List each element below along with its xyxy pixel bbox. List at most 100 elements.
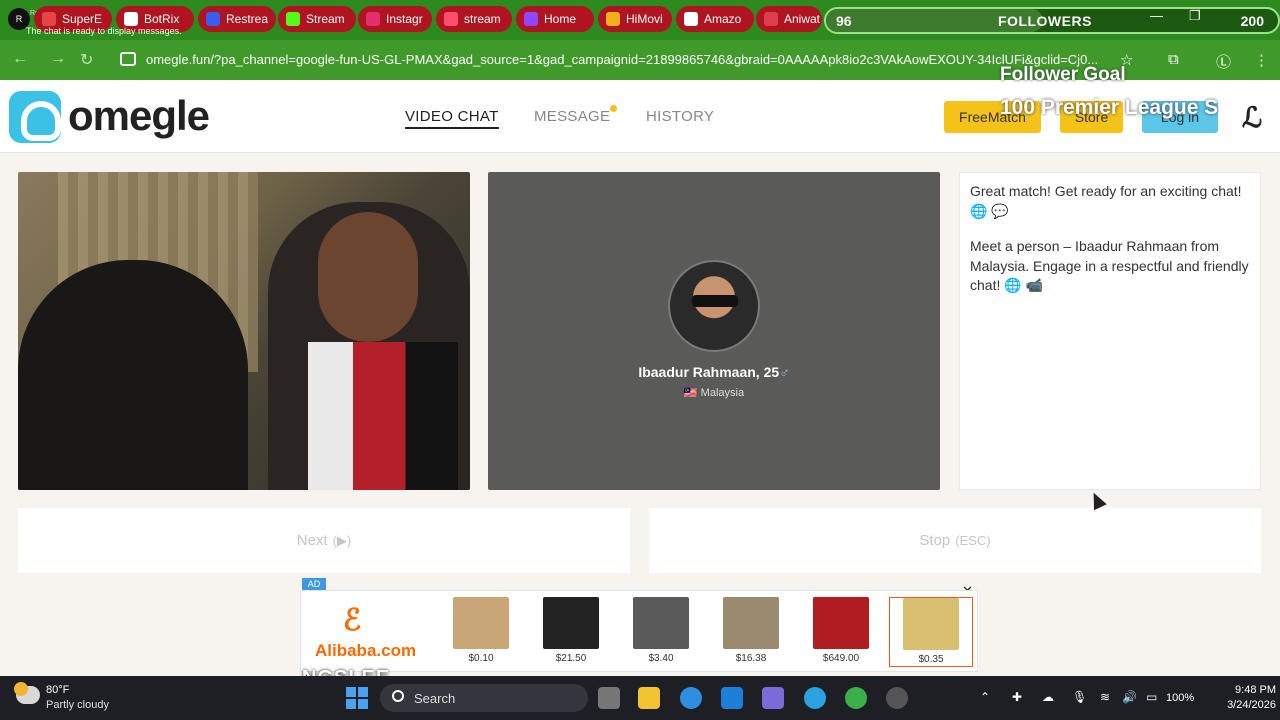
- obs-icon[interactable]: [886, 687, 908, 709]
- site-info-icon[interactable]: [120, 52, 136, 66]
- ad-product[interactable]: $16.38: [709, 597, 793, 667]
- tab-label: Instagr: [386, 12, 423, 26]
- tab-label: Restrea: [226, 12, 269, 26]
- reload-icon[interactable]: ↻: [80, 50, 93, 70]
- ad-brand: Alibaba.com: [315, 641, 417, 660]
- video-face: [318, 212, 418, 342]
- language-logo-icon[interactable]: ℒ: [1242, 101, 1262, 134]
- tab-favicon-icon: [42, 12, 56, 26]
- browser-tab[interactable]: HiMovi: [598, 6, 672, 32]
- menu-icon[interactable]: ⋮: [1254, 51, 1269, 69]
- profile-icon[interactable]: Ⓛ: [1216, 51, 1231, 72]
- product-image: [813, 597, 869, 649]
- tab-label: HiMovi: [626, 12, 663, 26]
- ad-banner[interactable]: ℰ Alibaba.com $0.10 $21.50 $3.40 $16.38 …: [300, 590, 978, 672]
- product-image: [723, 597, 779, 649]
- next-label: Next: [296, 532, 328, 549]
- partner-name-line: Ibaadur Rahmaan, 25♂: [488, 364, 940, 380]
- partner-name: Ibaadur Rahmaan, 25: [638, 364, 780, 380]
- tab-label: Home: [544, 12, 577, 26]
- back-icon[interactable]: ←: [12, 50, 28, 68]
- wifi-icon[interactable]: ≋: [1100, 690, 1110, 704]
- product-price: $0.10: [468, 653, 494, 664]
- start-icon[interactable]: [346, 687, 368, 709]
- follower-goal-title: Follower Goal: [1000, 64, 1126, 85]
- alibaba-glyph-icon: ℰ: [343, 603, 362, 638]
- stop-button[interactable]: Stop (ESC): [649, 508, 1261, 573]
- tab-favicon-icon: [524, 12, 538, 26]
- followers-goal-bar: 96 FOLLOWERS 200: [824, 7, 1280, 34]
- help-icon[interactable]: [680, 687, 702, 709]
- product-price: $3.40: [648, 653, 674, 664]
- tab-favicon-icon: [444, 12, 458, 26]
- taskbar-search[interactable]: Search: [380, 684, 588, 712]
- product-image: [633, 597, 689, 649]
- task-view-icon[interactable]: [598, 687, 620, 709]
- taskbar-clock[interactable]: 9:48 PM 3/24/2026: [1206, 683, 1276, 713]
- product-image: [543, 597, 599, 649]
- browser-tab[interactable]: Home: [516, 6, 594, 32]
- tray-app-icon[interactable]: ✚: [1012, 690, 1022, 704]
- browser-tab[interactable]: Aniwat: [756, 6, 822, 32]
- ad-product[interactable]: $649.00: [799, 597, 883, 667]
- flag-icon: 🇲🇾: [683, 387, 698, 399]
- omegle-logo-icon[interactable]: [9, 91, 61, 143]
- volume-icon[interactable]: 🔊: [1122, 690, 1137, 704]
- forward-icon[interactable]: →: [50, 50, 66, 68]
- extensions-icon[interactable]: ⧉: [1168, 51, 1179, 68]
- chat-message: Great match! Get ready for an exciting c…: [970, 183, 1242, 219]
- ad-product[interactable]: $0.35: [889, 597, 973, 667]
- followers-goal: 200: [1240, 13, 1264, 29]
- windows-taskbar: 80°F Partly cloudy Search ⌃ ✚ ☁ 🎙 ≋ 🔊 ▭ …: [0, 676, 1280, 720]
- nav-video-chat[interactable]: VIDEO CHAT: [405, 108, 499, 129]
- url-field[interactable]: omegle.fun/?pa_channel=google-fun-US-GL-…: [146, 52, 1106, 67]
- weather-icon[interactable]: [14, 682, 40, 704]
- ad-product[interactable]: $21.50: [529, 597, 613, 667]
- clock-time: 9:48 PM: [1235, 684, 1276, 696]
- chat-panel[interactable]: Great match! Get ready for an exciting c…: [959, 172, 1261, 490]
- browser-tab[interactable]: stream: [436, 6, 512, 32]
- copilot-icon[interactable]: [762, 687, 784, 709]
- tab-label: Stream: [306, 12, 345, 26]
- minimize-icon[interactable]: —: [1150, 8, 1163, 24]
- tab-label: Aniwat: [784, 12, 821, 26]
- restore-icon[interactable]: ❐: [1189, 8, 1201, 24]
- product-image: [903, 598, 959, 650]
- browser-tab[interactable]: Restrea: [198, 6, 276, 32]
- tab-favicon-icon: [286, 12, 300, 26]
- next-button[interactable]: Next (▶): [18, 508, 630, 573]
- edge-icon[interactable]: [804, 687, 826, 709]
- browser-tab[interactable]: Amazo: [676, 6, 754, 32]
- tab-label: BotRix: [144, 12, 180, 26]
- weather-temp[interactable]: 80°F: [46, 684, 69, 696]
- stop-hint: (ESC): [955, 533, 991, 548]
- tab-label: Amazo: [704, 12, 742, 26]
- ad-product[interactable]: $3.40: [619, 597, 703, 667]
- video-jacket: [308, 342, 458, 490]
- browser-tab[interactable]: Stream: [278, 6, 356, 32]
- battery-percent[interactable]: 100%: [1166, 692, 1194, 704]
- site-logo[interactable]: omegle: [68, 92, 210, 140]
- remote-video: Ibaadur Rahmaan, 25♂ 🇲🇾 Malaysia: [488, 172, 940, 490]
- followers-label: FOLLOWERS: [998, 13, 1092, 29]
- chevron-up-icon[interactable]: ⌃: [980, 690, 990, 704]
- tray-app-icon[interactable]: ☁: [1042, 690, 1054, 704]
- nav-history[interactable]: HISTORY: [646, 108, 714, 125]
- product-price: $0.35: [918, 654, 944, 665]
- battery-icon[interactable]: ▭: [1146, 690, 1157, 704]
- store-icon[interactable]: [721, 687, 743, 709]
- tab-label: stream: [464, 12, 501, 26]
- partner-country: Malaysia: [700, 387, 745, 399]
- weather-condition[interactable]: Partly cloudy: [46, 699, 109, 711]
- ad-product[interactable]: $0.10: [439, 597, 523, 667]
- file-explorer-icon[interactable]: [638, 687, 660, 709]
- followers-count: 96: [836, 13, 852, 29]
- tab-favicon-icon: [366, 12, 380, 26]
- nav-message[interactable]: MESSAGE: [534, 108, 610, 125]
- microphone-icon[interactable]: 🎙: [1072, 690, 1087, 704]
- partner-avatar: [668, 260, 760, 352]
- chrome-icon[interactable]: [845, 687, 867, 709]
- product-price: $649.00: [822, 653, 860, 664]
- search-placeholder: Search: [414, 691, 456, 706]
- browser-tab[interactable]: Instagr: [358, 6, 432, 32]
